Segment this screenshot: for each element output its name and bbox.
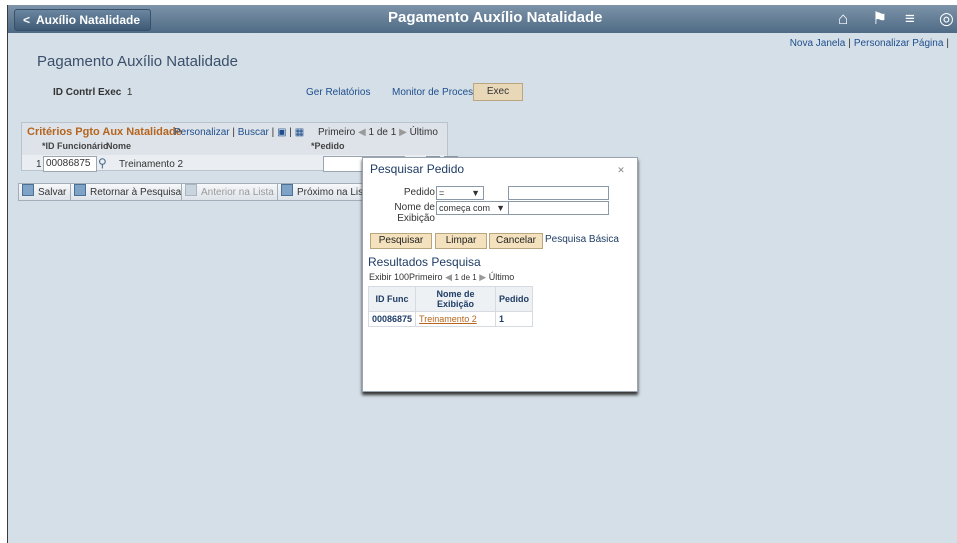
- pedido-operator-value: =: [439, 188, 445, 198]
- grid-nav: Primeiro ◀ 1 de 1 ▶ Último: [318, 127, 438, 138]
- personalize-page-link[interactable]: Personalizar Página: [854, 38, 944, 49]
- display-name-operator-value: começa com: [439, 203, 491, 213]
- flag-icon[interactable]: ⚑: [872, 9, 887, 29]
- column-header-id: *ID Funcionário: [42, 141, 109, 151]
- run-control-label: ID Contrl Exec 1: [53, 87, 132, 98]
- basic-search-link[interactable]: Pesquisa Básica: [545, 234, 619, 245]
- column-header: Nome de Exibição: [415, 286, 496, 312]
- app-frame: < Auxílio Natalidade Pagamento Auxílio Na…: [7, 5, 957, 543]
- report-manager-link[interactable]: Ger Relatórios: [306, 87, 370, 98]
- download-grid-icon[interactable]: ▦: [295, 127, 304, 138]
- search-button[interactable]: Pesquisar: [370, 233, 432, 249]
- save-label: Salvar: [38, 187, 67, 198]
- column-header: ID Func: [367, 286, 417, 312]
- last-label: Último: [409, 127, 438, 138]
- first-label: Primeiro: [409, 272, 443, 282]
- column-header-nome: Nome: [106, 141, 132, 151]
- results-nav: Exibir 100Primeiro ◀ 1 de 1 ▶ Último: [369, 272, 514, 283]
- top-links: Nova Janela | Personalizar Página |: [790, 38, 952, 49]
- run-control-text: ID Contrl Exec: [53, 87, 122, 98]
- separator: |: [289, 127, 292, 138]
- lookup-dialog: Pesquisar Pedido ✕ Pedido = ▼ Nome de Exi…: [362, 157, 638, 392]
- compass-icon[interactable]: ◎: [939, 9, 954, 29]
- clear-button[interactable]: Limpar: [435, 233, 487, 249]
- top-bar: < Auxílio Natalidade Pagamento Auxílio Na…: [8, 5, 957, 33]
- find-link[interactable]: Buscar: [238, 127, 269, 138]
- result-id[interactable]: 00086875: [367, 311, 417, 327]
- last-label: Último: [488, 272, 515, 282]
- save-button[interactable]: Salvar: [18, 183, 73, 201]
- pedido-input[interactable]: [508, 186, 609, 200]
- result-pedido[interactable]: 1: [494, 311, 534, 327]
- display-name-operator-select[interactable]: começa com ▼: [436, 201, 509, 215]
- next-page-icon[interactable]: ▶: [479, 272, 486, 282]
- separator: |: [271, 127, 275, 138]
- next-icon: [281, 184, 293, 196]
- close-icon[interactable]: ✕: [616, 165, 626, 175]
- dialog-title: Pesquisar Pedido: [370, 162, 465, 176]
- grid-links: Personalizar | Buscar | ▣ | ▦: [174, 127, 304, 138]
- back-label: Auxílio Natalidade: [36, 13, 141, 27]
- return-label: Retornar à Pesquisa: [90, 187, 182, 198]
- employee-name: Treinamento 2: [119, 159, 184, 170]
- separator: |: [232, 127, 235, 138]
- show-100-link[interactable]: Exibir 100: [369, 272, 409, 282]
- prev-row-icon[interactable]: ◀: [358, 127, 366, 138]
- results-table: ID Func Nome de Exibição Pedido 00086875…: [367, 286, 534, 327]
- new-window-link[interactable]: Nova Janela: [790, 38, 846, 49]
- row-number: 1: [36, 159, 42, 170]
- chevron-down-icon: ▼: [471, 188, 480, 198]
- display-name-input[interactable]: [508, 201, 609, 215]
- display-name-label: Nome de Exibição: [394, 202, 435, 224]
- run-control-value: 1: [126, 87, 133, 98]
- view-all-icon[interactable]: ▣: [277, 127, 286, 138]
- return-icon: [74, 184, 86, 196]
- pedido-label: Pedido: [403, 187, 435, 198]
- menu-icon[interactable]: ≡: [905, 9, 915, 29]
- row-range: 1 de 1: [368, 127, 397, 138]
- page-title: Pagamento Auxílio Natalidade: [37, 53, 238, 70]
- next-label: Próximo na Lista: [297, 187, 372, 198]
- column-header: Pedido: [494, 286, 534, 312]
- topbar-title: Pagamento Auxílio Natalidade: [388, 9, 603, 26]
- back-button[interactable]: < Auxílio Natalidade: [14, 9, 152, 31]
- results-range: 1 de 1: [454, 273, 477, 282]
- previous-in-list-button[interactable]: Anterior na Lista: [181, 183, 280, 201]
- exec-button[interactable]: Exec: [473, 83, 523, 101]
- home-icon[interactable]: ⌂: [838, 9, 848, 29]
- separator: |: [848, 38, 851, 49]
- first-label: Primeiro: [318, 127, 356, 138]
- next-row-icon[interactable]: ▶: [399, 127, 407, 138]
- table-row[interactable]: 00086875 Treinamento 2 1: [367, 311, 534, 327]
- results-title: Resultados Pesquisa: [368, 255, 481, 269]
- chevron-down-icon: ▼: [496, 203, 505, 213]
- return-to-search-button[interactable]: Retornar à Pesquisa: [70, 183, 188, 201]
- pedido-operator-select[interactable]: = ▼: [436, 186, 484, 200]
- chevron-left-icon: <: [23, 13, 31, 27]
- results-header-row: ID Func Nome de Exibição Pedido: [367, 286, 534, 312]
- separator: |: [946, 38, 949, 49]
- save-icon: [22, 184, 34, 196]
- previous-label: Anterior na Lista: [201, 187, 274, 198]
- employee-id-input[interactable]: 00086875: [43, 156, 97, 172]
- column-header-pedido: *Pedido: [311, 141, 345, 151]
- personalize-link[interactable]: Personalizar: [174, 127, 230, 138]
- search-icon[interactable]: ⚲: [98, 156, 107, 170]
- grid-title: Critérios Pgto Aux Natalidade: [27, 126, 182, 138]
- prev-page-icon[interactable]: ◀: [445, 272, 452, 282]
- previous-icon: [185, 184, 197, 196]
- result-name-link[interactable]: Treinamento 2: [415, 311, 496, 327]
- cancel-button[interactable]: Cancelar: [489, 233, 543, 249]
